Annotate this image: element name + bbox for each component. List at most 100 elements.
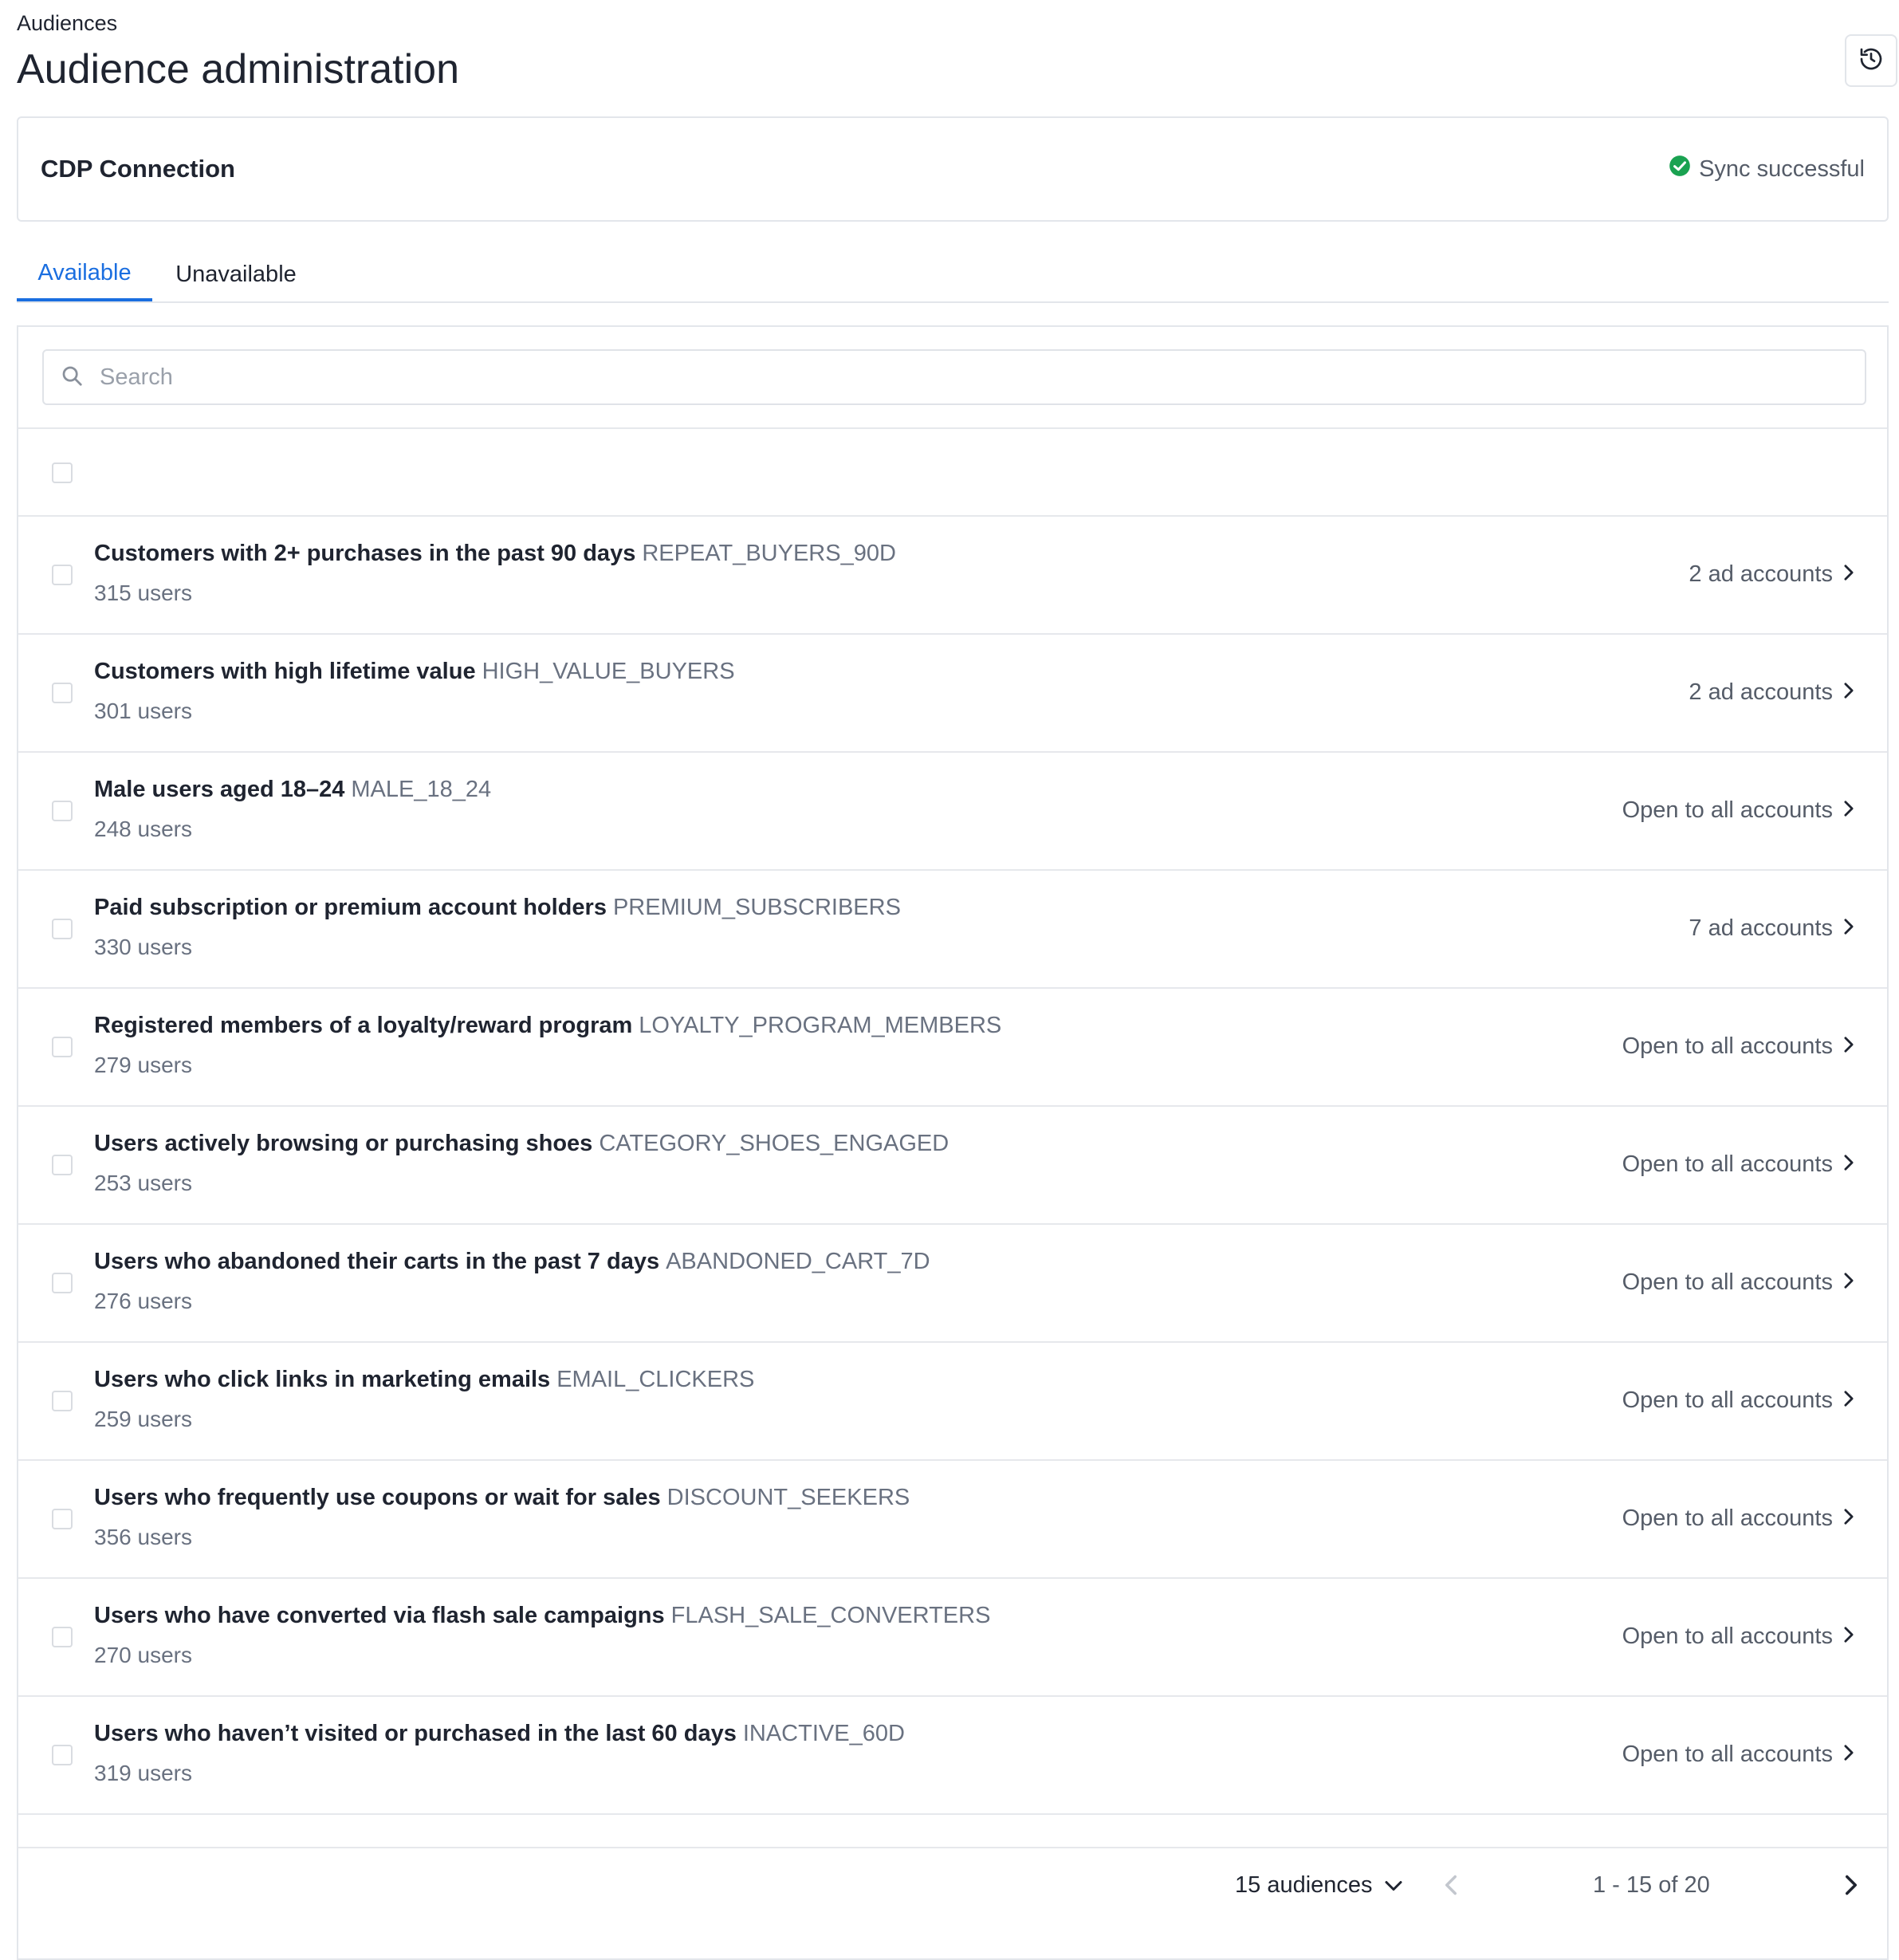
audience-code: LOYALTY_PROGRAM_MEMBERS [639, 1013, 1002, 1038]
chevron-right-icon [1842, 679, 1855, 706]
chevron-right-icon [1844, 1875, 1858, 1899]
row-checkbox[interactable] [52, 919, 73, 939]
audience-code: MALE_18_24 [351, 777, 492, 802]
audience-access-link[interactable]: 7 ad accounts [1689, 915, 1855, 942]
sync-status-text: Sync successful [1699, 155, 1865, 182]
access-label: Open to all accounts [1622, 1033, 1833, 1059]
audience-users: 276 users [94, 1289, 192, 1313]
audience-title: Paid subscription or premium account hol… [94, 895, 901, 921]
audience-users: 315 users [94, 581, 192, 605]
audience-list-panel: Customers with 2+ purchases in the past … [17, 325, 1889, 1960]
audience-row[interactable]: Users who click links in marketing email… [18, 1343, 1887, 1461]
access-label: Open to all accounts [1622, 1151, 1833, 1177]
audience-row[interactable]: Users who have converted via flash sale … [18, 1579, 1887, 1697]
access-label: 7 ad accounts [1689, 915, 1833, 941]
tab-available[interactable]: Available [17, 247, 152, 301]
audience-row[interactable]: Users who abandoned their carts in the p… [18, 1225, 1887, 1343]
audience-access-link[interactable]: Open to all accounts [1622, 1505, 1855, 1532]
access-label: Open to all accounts [1622, 1269, 1833, 1295]
audience-row[interactable]: Customers with 2+ purchases in the past … [18, 517, 1887, 635]
audience-name: Paid subscription or premium account hol… [94, 895, 607, 920]
previous-page-button[interactable] [1444, 1874, 1458, 1900]
tab-unavailable[interactable]: Unavailable [152, 247, 320, 301]
audience-name: Male users aged 18–24 [94, 777, 345, 802]
audience-access-link[interactable]: Open to all accounts [1622, 1151, 1855, 1178]
list-header-row [18, 427, 1887, 517]
history-button[interactable] [1845, 34, 1897, 87]
row-checkbox[interactable] [52, 1037, 73, 1057]
audience-name: Users who haven’t visited or purchased i… [94, 1721, 737, 1746]
audience-code: INACTIVE_60D [742, 1721, 905, 1746]
search-box [42, 349, 1866, 405]
audience-row[interactable]: Paid subscription or premium account hol… [18, 871, 1887, 989]
row-checkbox[interactable] [52, 683, 73, 703]
audience-name: Registered members of a loyalty/reward p… [94, 1013, 633, 1038]
audience-access-link[interactable]: 2 ad accounts [1689, 679, 1855, 706]
page-size-select[interactable]: 15 audiences [1235, 1872, 1403, 1899]
audience-code: ABANDONED_CART_7D [666, 1249, 930, 1274]
audience-users: 270 users [94, 1643, 192, 1667]
row-checkbox[interactable] [52, 1155, 73, 1175]
audience-title: Users who click links in marketing email… [94, 1367, 754, 1393]
audience-title: Customers with 2+ purchases in the past … [94, 541, 896, 567]
audience-access-link[interactable]: Open to all accounts [1622, 1387, 1855, 1414]
row-checkbox[interactable] [52, 565, 73, 585]
cdp-connection-card: CDP Connection Sync successful [17, 116, 1889, 222]
row-checkbox[interactable] [52, 1627, 73, 1647]
audience-users: 319 users [94, 1761, 192, 1785]
chevron-right-icon [1842, 1505, 1855, 1532]
audience-title: Users who frequently use coupons or wait… [94, 1485, 910, 1511]
page-title: Audience administration [17, 46, 459, 92]
chevron-right-icon [1842, 1742, 1855, 1768]
row-checkbox[interactable] [52, 1509, 73, 1529]
audience-title: Male users aged 18–24 MALE_18_24 [94, 777, 491, 803]
audience-users: 259 users [94, 1407, 192, 1431]
audience-title: Users who haven’t visited or purchased i… [94, 1721, 905, 1747]
audience-row[interactable]: Users actively browsing or purchasing sh… [18, 1107, 1887, 1225]
audience-access-link[interactable]: Open to all accounts [1622, 1269, 1855, 1296]
audience-code: CATEGORY_SHOES_ENGAGED [599, 1131, 950, 1156]
breadcrumb[interactable]: Audiences [17, 11, 117, 36]
audience-access-link[interactable]: Open to all accounts [1622, 1742, 1855, 1768]
row-checkbox[interactable] [52, 1273, 73, 1293]
audience-row[interactable]: Users who frequently use coupons or wait… [18, 1461, 1887, 1579]
audience-row[interactable]: Users who haven’t visited or purchased i… [18, 1697, 1887, 1815]
audience-users: 253 users [94, 1171, 192, 1195]
audience-row[interactable]: Male users aged 18–24 MALE_18_24 248 user… [18, 753, 1887, 871]
next-page-button[interactable] [1844, 1874, 1858, 1900]
audience-name: Users who click links in marketing email… [94, 1367, 551, 1392]
audience-title: Users actively browsing or purchasing sh… [94, 1131, 949, 1157]
chevron-right-icon [1842, 915, 1855, 942]
page-size-label: 15 audiences [1235, 1872, 1373, 1898]
audience-row[interactable]: Registered members of a loyalty/reward p… [18, 989, 1887, 1107]
audience-name: Users who abandoned their carts in the p… [94, 1249, 660, 1274]
audience-access-link[interactable]: Open to all accounts [1622, 797, 1855, 824]
audience-users: 301 users [94, 699, 192, 723]
audience-code: PREMIUM_SUBSCRIBERS [612, 895, 901, 920]
select-all-checkbox[interactable] [52, 462, 73, 483]
audience-access-link[interactable]: 2 ad accounts [1689, 561, 1855, 588]
chevron-right-icon [1842, 1623, 1855, 1650]
audience-rows: Customers with 2+ purchases in the past … [18, 517, 1887, 1815]
audience-code: EMAIL_CLICKERS [556, 1367, 755, 1392]
search-input[interactable] [98, 363, 1865, 392]
cdp-connection-title: CDP Connection [41, 155, 235, 183]
check-circle-icon [1669, 155, 1691, 183]
audience-row[interactable]: Customers with high lifetime value HIGH_V… [18, 635, 1887, 753]
chevron-left-icon [1444, 1875, 1458, 1899]
audience-access-link[interactable]: Open to all accounts [1622, 1033, 1855, 1060]
audience-users: 330 users [94, 935, 192, 959]
search-icon [60, 364, 84, 392]
audience-name: Customers with 2+ purchases in the past … [94, 541, 636, 566]
chevron-right-icon [1842, 1033, 1855, 1060]
chevron-right-icon [1842, 1151, 1855, 1178]
chevron-right-icon [1842, 561, 1855, 588]
row-checkbox[interactable] [52, 1391, 73, 1411]
access-label: Open to all accounts [1622, 797, 1833, 823]
row-checkbox[interactable] [52, 1745, 73, 1765]
audience-tabs: Available Unavailable [17, 247, 1889, 303]
access-label: Open to all accounts [1622, 1387, 1833, 1413]
audience-access-link[interactable]: Open to all accounts [1622, 1623, 1855, 1650]
row-checkbox[interactable] [52, 801, 73, 821]
access-label: Open to all accounts [1622, 1742, 1833, 1767]
